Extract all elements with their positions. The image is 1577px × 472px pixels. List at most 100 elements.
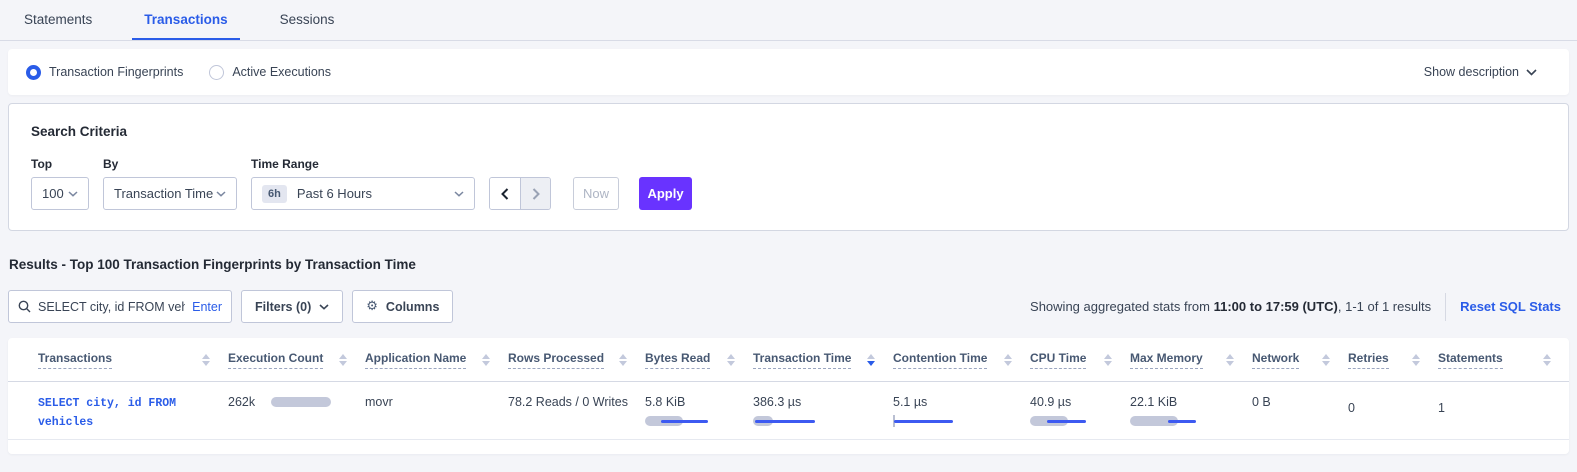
chevron-down-icon [454,191,464,197]
sort-icon[interactable] [1004,354,1016,366]
top-select-value: 100 [42,186,64,201]
network-cell: 0 B [1252,382,1348,439]
sort-icon[interactable] [1412,354,1424,366]
radio-label: Active Executions [232,65,331,79]
bar-line [1047,420,1086,423]
apply-button[interactable]: Apply [639,177,692,210]
chevron-down-icon [68,191,78,197]
contention-time-cell: 5.1 µs [893,382,1030,439]
max-memory-cell: 22.1 KiB [1130,382,1252,439]
transaction-fingerprint-link[interactable]: SELECT city, id FROM vehicles [38,397,176,429]
view-toggle-card: Transaction Fingerprints Active Executio… [8,49,1569,95]
by-select[interactable]: Transaction Time [103,177,237,210]
view-radio-group: Transaction Fingerprints Active Executio… [26,65,331,80]
bar-line [661,420,708,423]
column-header-bytes-read[interactable]: Bytes Read [645,351,753,369]
time-range-label: Time Range [251,157,475,171]
results-controls: SELECT city, id FROM vehicles W Enter Fi… [8,290,1569,323]
sort-icon[interactable] [1104,354,1116,366]
sort-icon[interactable] [727,354,739,366]
results-heading: Results - Top 100 Transaction Fingerprin… [9,257,1569,272]
sort-icon[interactable] [619,354,631,366]
search-criteria-title: Search Criteria [31,124,1546,139]
bar-fill [271,397,331,407]
time-range-select[interactable]: 6h Past 6 Hours [251,177,475,210]
column-header-statements[interactable]: Statements [1438,351,1569,369]
sort-icon[interactable] [1543,354,1555,366]
time-step-arrows [489,177,551,210]
sort-icon[interactable] [867,354,879,366]
chevron-down-icon [319,304,329,310]
table-row: SELECT city, id FROM vehicles 262k movr … [8,382,1569,440]
filters-button[interactable]: Filters (0) [241,290,343,323]
bar-line [894,420,953,423]
aggregated-stats-text: Showing aggregated stats from 11:00 to 1… [1030,299,1431,314]
table-header-row: Transactions Execution Count Application… [8,338,1569,382]
column-header-rows-processed[interactable]: Rows Processed [508,351,645,369]
column-header-network[interactable]: Network [1252,351,1348,369]
columns-button[interactable]: ⚙ Columns [352,290,453,323]
by-select-value: Transaction Time [114,186,213,201]
time-back-button[interactable] [490,178,520,209]
search-input[interactable]: SELECT city, id FROM vehicles W Enter [8,290,232,323]
execution-count-value: 262k [228,395,255,409]
radio-selected-icon [26,65,41,80]
column-header-application-name[interactable]: Application Name [365,351,508,369]
reset-sql-stats-link[interactable]: Reset SQL Stats [1460,299,1561,314]
column-header-retries[interactable]: Retries [1348,351,1438,369]
by-label: By [103,157,237,171]
chevron-left-icon [501,188,509,200]
column-header-execution-count[interactable]: Execution Count [228,351,365,369]
column-header-contention-time[interactable]: Contention Time [893,351,1030,369]
transaction-time-bar [753,415,833,427]
radio-unselected-icon [209,65,224,80]
radio-transaction-fingerprints[interactable]: Transaction Fingerprints [26,65,183,80]
now-button[interactable]: Now [573,177,619,210]
top-select[interactable]: 100 [31,177,89,210]
statements-cell: 1 [1438,382,1569,439]
chevron-down-icon [216,191,226,197]
search-input-value: SELECT city, id FROM vehicles W [38,300,185,314]
max-memory-bar [1130,415,1210,427]
search-icon [18,300,31,313]
transaction-time-cell: 386.3 µs [753,382,893,439]
retries-cell: 0 [1348,382,1438,439]
show-description-label: Show description [1424,65,1519,79]
page-tabs: Statements Transactions Sessions [0,0,1577,41]
contention-time-bar [893,415,973,427]
column-header-cpu-time[interactable]: CPU Time [1030,351,1130,369]
search-criteria-card: Search Criteria Top 100 By Transaction T… [8,103,1569,231]
transactions-table: Transactions Execution Count Application… [8,338,1569,454]
bar-line [755,420,815,423]
filters-button-label: Filters (0) [255,300,311,314]
enter-hint: Enter [192,300,222,314]
column-header-max-memory[interactable]: Max Memory [1130,351,1252,369]
sort-icon[interactable] [1322,354,1334,366]
tab-statements[interactable]: Statements [12,0,104,40]
sort-icon[interactable] [1226,354,1238,366]
chevron-right-icon [532,188,540,200]
sort-icon[interactable] [339,354,351,366]
tab-transactions[interactable]: Transactions [132,0,239,40]
application-name-cell: movr [365,382,508,439]
tab-sessions[interactable]: Sessions [268,0,347,40]
vertical-divider [1445,293,1446,321]
gear-icon: ⚙ [366,299,378,314]
time-range-badge: 6h [262,185,287,203]
chevron-down-icon [1526,69,1537,76]
rows-processed-cell: 78.2 Reads / 0 Writes [508,382,645,439]
stats-area: Showing aggregated stats from 11:00 to 1… [1030,293,1569,321]
sort-icon[interactable] [482,354,494,366]
radio-active-executions[interactable]: Active Executions [209,65,331,80]
column-header-transactions[interactable]: Transactions [38,351,228,369]
bytes-read-cell: 5.8 KiB [645,382,753,439]
show-description-toggle[interactable]: Show description [1424,65,1551,79]
top-label: Top [31,157,89,171]
time-forward-button[interactable] [520,178,550,209]
cpu-time-cell: 40.9 µs [1030,382,1130,439]
column-header-transaction-time[interactable]: Transaction Time [753,351,893,369]
cpu-time-bar [1030,415,1110,427]
bar-line [1168,420,1196,423]
radio-label: Transaction Fingerprints [49,65,183,79]
sort-icon[interactable] [202,354,214,366]
